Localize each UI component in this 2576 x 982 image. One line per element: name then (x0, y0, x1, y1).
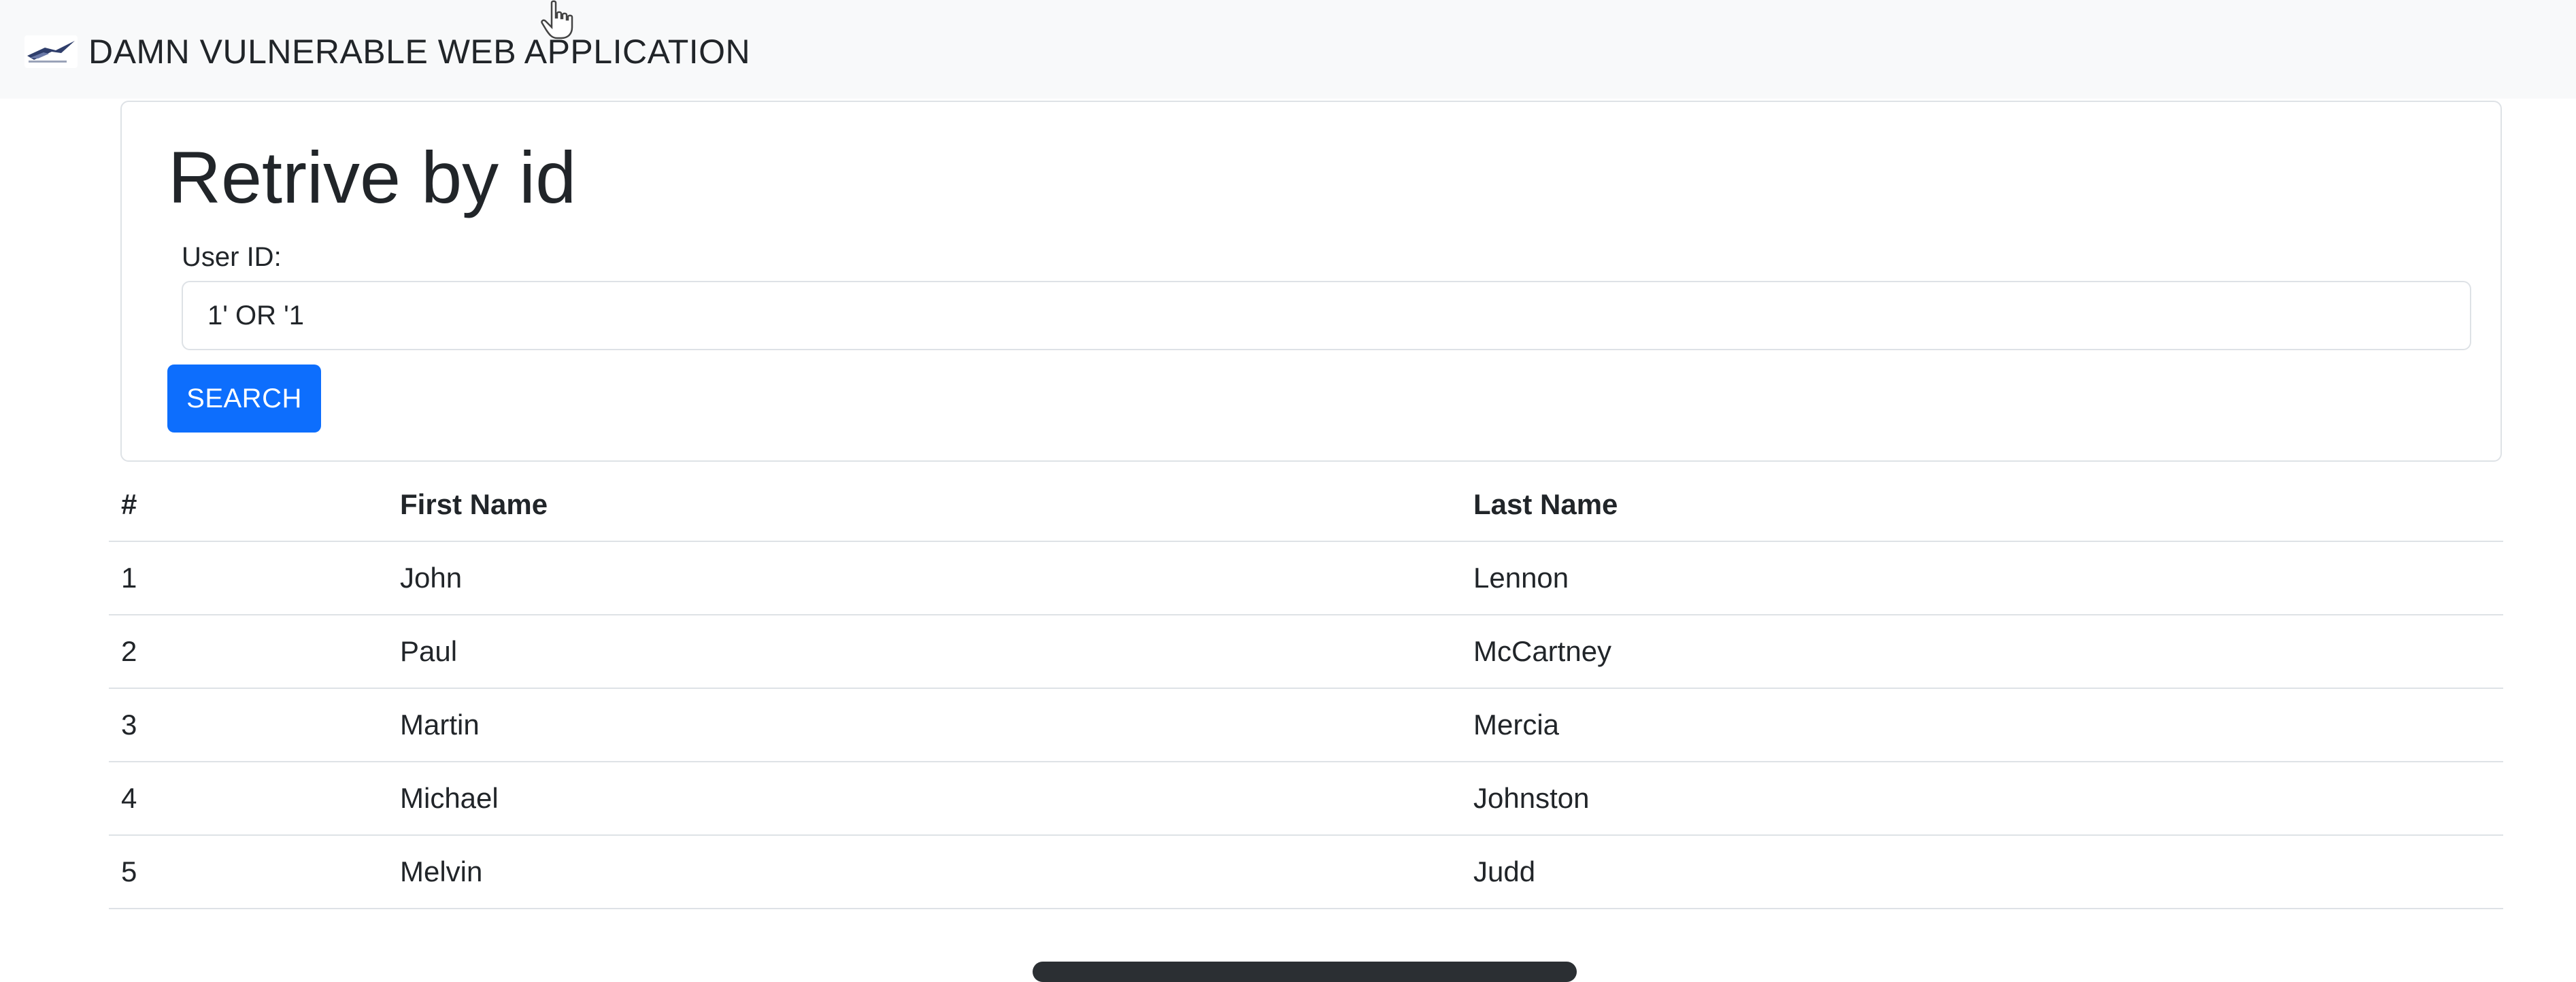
results-table: # First Name Last Name 1 John Lennon 2 P… (109, 468, 2503, 909)
cell-first-name: Melvin (388, 835, 1461, 909)
table-row: 1 John Lennon (109, 541, 2503, 615)
cell-last-name: McCartney (1461, 615, 2503, 689)
cell-first-name: Paul (388, 615, 1461, 689)
cell-first-name: Martin (388, 688, 1461, 762)
user-id-input[interactable] (182, 281, 2471, 350)
table-header-row: # First Name Last Name (109, 468, 2503, 542)
user-id-label: User ID: (182, 242, 282, 272)
table-row: 3 Martin Mercia (109, 688, 2503, 762)
table-row: 2 Paul McCartney (109, 615, 2503, 689)
cell-id: 2 (109, 615, 388, 689)
search-card: Retrive by id User ID: SEARCH (120, 101, 2502, 462)
table-row: 5 Melvin Judd (109, 835, 2503, 909)
dvwa-logo-icon (24, 35, 78, 68)
cell-last-name: Judd (1461, 835, 2503, 909)
top-navbar: DAMN VULNERABLE WEB APPLICATION (0, 0, 2576, 99)
cell-last-name: Mercia (1461, 688, 2503, 762)
cell-last-name: Lennon (1461, 541, 2503, 615)
column-header-first-name: First Name (388, 468, 1461, 542)
page-title: Retrive by id (168, 136, 577, 218)
search-button[interactable]: SEARCH (167, 365, 321, 433)
cell-id: 4 (109, 762, 388, 836)
cell-id: 3 (109, 688, 388, 762)
column-header-id: # (109, 468, 388, 542)
cell-id: 1 (109, 541, 388, 615)
cell-id: 5 (109, 835, 388, 909)
table-row: 4 Michael Johnston (109, 762, 2503, 836)
cell-last-name: Johnston (1461, 762, 2503, 836)
brand-link[interactable]: DAMN VULNERABLE WEB APPLICATION (24, 27, 750, 76)
cell-first-name: John (388, 541, 1461, 615)
bottom-overlay-bar (1033, 962, 1577, 982)
cell-first-name: Michael (388, 762, 1461, 836)
column-header-last-name: Last Name (1461, 468, 2503, 542)
hand-pointer-cursor-icon (541, 0, 579, 44)
app-title: DAMN VULNERABLE WEB APPLICATION (88, 33, 751, 71)
